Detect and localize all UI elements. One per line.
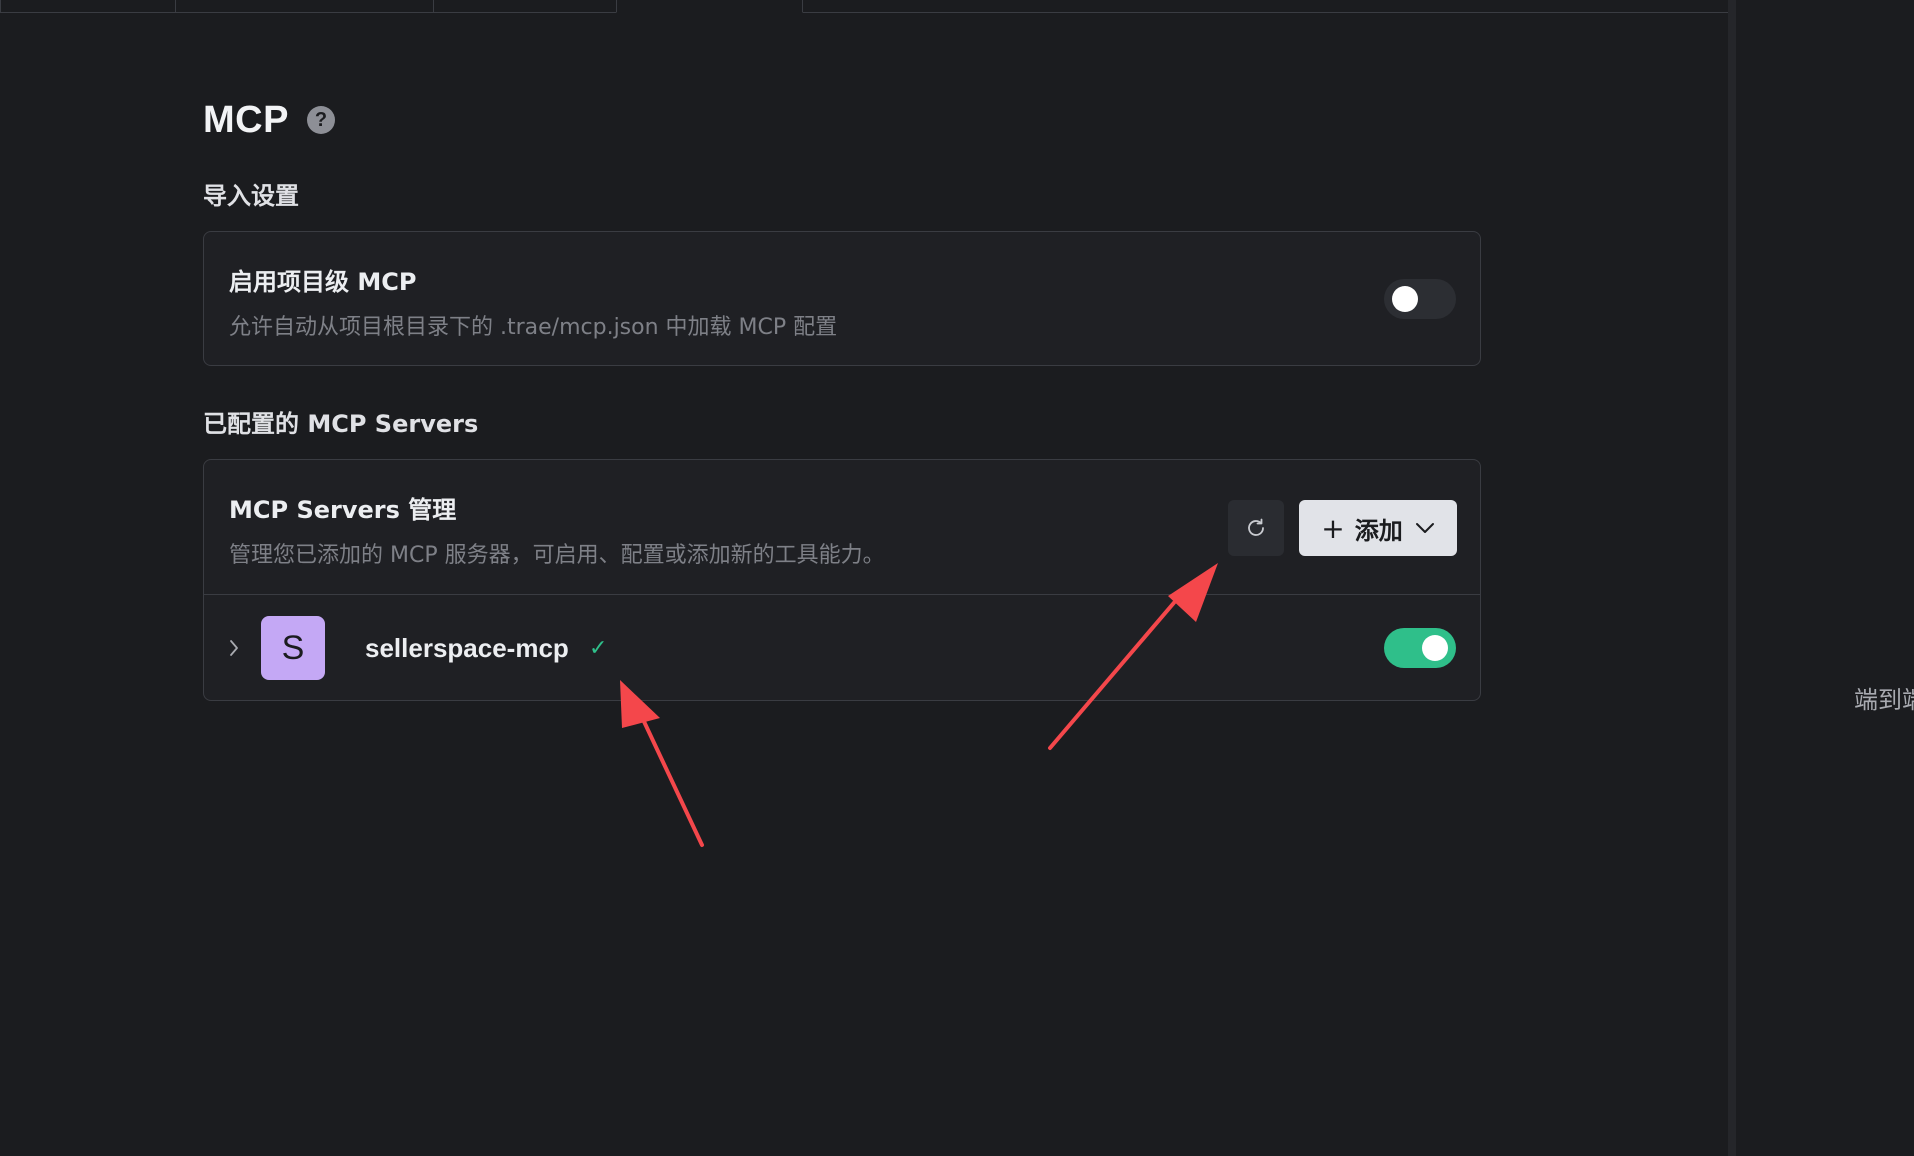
right-panel-text: 端到端 [1854, 686, 1914, 714]
servers-manage-title: MCP Servers 管理 [229, 496, 457, 524]
add-button-label: 添加 [1354, 516, 1403, 545]
servers-card: MCP Servers 管理 管理您已添加的 MCP 服务器，可启用、配置或添加… [203, 459, 1481, 701]
top-tab-strip [0, 0, 1728, 13]
refresh-button[interactable] [1228, 500, 1284, 556]
project-mcp-toggle[interactable] [1384, 279, 1456, 319]
toggle-knob [1422, 635, 1448, 661]
project-mcp-description: 允许自动从项目根目录下的 .trae/mcp.json 中加载 MCP 配置 [229, 315, 838, 340]
chevron-right-icon[interactable] [226, 636, 242, 660]
server-avatar: S [261, 616, 325, 680]
server-row[interactable]: S sellerspace-mcp ✓ [204, 595, 1480, 701]
mcp-settings-page: 端到端 MCP ? 导入设置 启用项目级 MCP 允许自动从项目根目录下的 .t… [0, 0, 1914, 1156]
arrow-to-server-status [620, 680, 704, 847]
toggle-knob [1392, 286, 1418, 312]
page-title: MCP [203, 98, 289, 141]
configured-servers-label: 已配置的 MCP Servers [203, 410, 479, 438]
servers-manage-description: 管理您已添加的 MCP 服务器，可启用、配置或添加新的工具能力。 [229, 543, 885, 568]
top-tab-active[interactable] [616, 0, 803, 13]
main-content: MCP ? 导入设置 启用项目级 MCP 允许自动从项目根目录下的 .trae/… [203, 95, 1481, 701]
project-mcp-card: 启用项目级 MCP 允许自动从项目根目录下的 .trae/mcp.json 中加… [203, 231, 1481, 366]
top-tab-1[interactable] [0, 0, 176, 12]
top-tab-2[interactable] [175, 0, 434, 12]
project-mcp-title: 启用项目级 MCP [229, 268, 417, 296]
question-circle-icon[interactable]: ? [306, 106, 335, 134]
add-server-button[interactable]: + 添加 [1299, 500, 1457, 556]
server-name: sellerspace-mcp [365, 633, 569, 663]
import-settings-label: 导入设置 [203, 182, 299, 210]
top-tab-3[interactable] [433, 0, 617, 12]
panel-divider[interactable] [1728, 0, 1736, 1156]
servers-card-header: MCP Servers 管理 管理您已添加的 MCP 服务器，可启用、配置或添加… [204, 460, 1480, 595]
chevron-down-icon [1415, 521, 1435, 535]
title-row: MCP ? [203, 95, 1481, 145]
refresh-icon [1248, 518, 1264, 536]
check-icon: ✓ [589, 635, 608, 660]
plus-icon: + [1321, 511, 1345, 545]
server-enable-toggle[interactable] [1384, 628, 1456, 668]
right-panel: 端到端 [1736, 0, 1914, 1156]
